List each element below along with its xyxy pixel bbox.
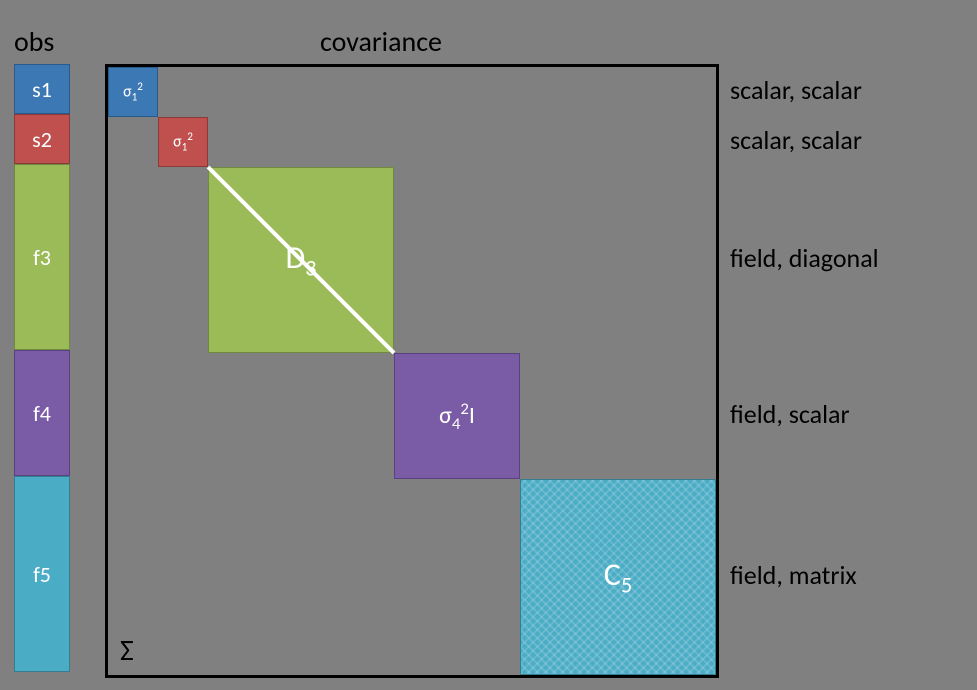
obs-block-f3: f3 [14,164,70,350]
cov-block-sigma2: σ12 [158,117,208,167]
cov-block-C5: C5 [520,479,716,675]
obs-block-f5: f5 [14,476,70,672]
covariance-title: covariance [320,24,442,59]
side-label-0: scalar, scalar [730,74,862,106]
obs-column: s1s2f3f4f5 [14,64,70,672]
obs-title: obs [14,24,54,59]
side-label-2: field, diagonal [730,242,879,274]
side-label-3: field, scalar [730,398,850,430]
cov-block-label-sigma2: σ12 [173,130,193,155]
obs-block-f4: f4 [14,350,70,476]
cov-block-sigma1: σ12 [108,67,158,117]
obs-block-s1: s1 [14,64,70,114]
sigma-symbol: Σ [120,632,134,669]
cov-block-sigma4: σ42I [394,353,520,479]
cov-block-label-sigma1: σ12 [123,80,143,105]
obs-block-s2: s2 [14,114,70,164]
side-label-1: scalar, scalar [730,124,862,156]
cov-block-label-C5: C5 [604,555,632,599]
side-label-4: field, matrix [730,559,857,591]
covariance-matrix: Σ σ12σ12D3σ42IC5 [105,64,719,678]
cov-block-label-sigma4: σ42I [439,398,475,434]
